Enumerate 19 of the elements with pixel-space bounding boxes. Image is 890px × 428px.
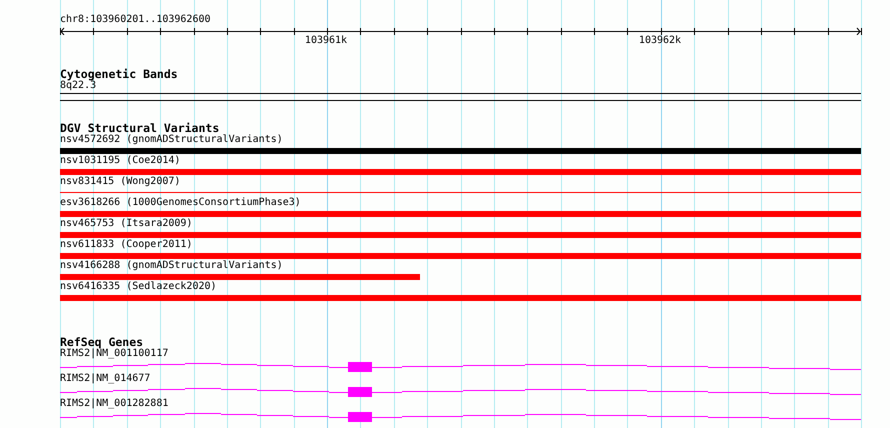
variant-label: nsv4166288 (gnomADStructuralVariants) xyxy=(60,260,284,272)
variant-label: esv3618266 (1000GenomesConsortiumPhase3) xyxy=(60,197,302,209)
gene-label: RIMS2|NM_001282881 xyxy=(60,398,170,410)
gene-label: RIMS2|NM_014677 xyxy=(60,373,152,385)
gene-label: RIMS2|NM_001100117 xyxy=(60,348,170,360)
variant-label: nsv611833 (Cooper2011) xyxy=(60,239,194,251)
location-label: chr8:103960201..103962600 xyxy=(60,14,211,26)
track-title: DGV Structural Variants xyxy=(60,122,220,134)
tick-label: 103962k xyxy=(638,35,682,47)
variant-bar[interactable] xyxy=(60,148,861,154)
track-title: RefSeq Genes xyxy=(60,336,144,348)
variant-label: nsv4572692 (gnomADStructuralVariants) xyxy=(60,134,284,146)
variant-label: nsv6416335 (Sedlazeck2020) xyxy=(60,281,218,293)
band-label: 8q22.3 xyxy=(60,80,96,92)
tick-label: 103961k xyxy=(304,35,348,47)
track-title: Cytogenetic Bands xyxy=(60,68,179,80)
variant-label: nsv465753 (Itsara2009) xyxy=(60,218,194,230)
variant-label: nsv1031195 (Coe2014) xyxy=(60,155,182,167)
variant-label: nsv831415 (Wong2007) xyxy=(60,176,182,188)
